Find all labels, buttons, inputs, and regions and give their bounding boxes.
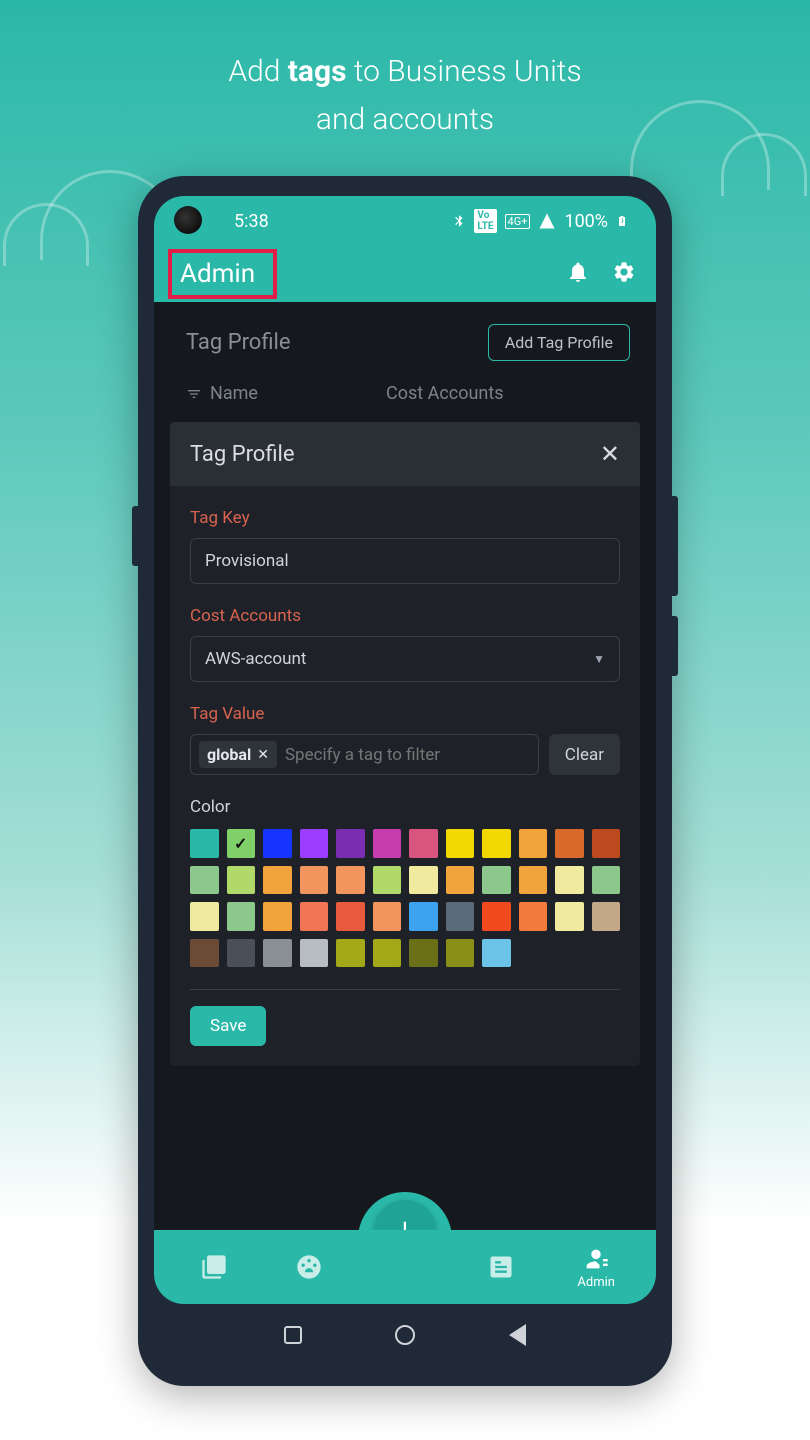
cost-accounts-select[interactable]: AWS-account ▼	[190, 636, 620, 682]
page-title: Admin	[180, 259, 255, 289]
add-tag-profile-button[interactable]: Add Tag Profile	[488, 324, 630, 361]
color-swatch[interactable]	[519, 866, 548, 895]
notifications-icon[interactable]	[566, 260, 590, 288]
color-swatch[interactable]	[482, 939, 511, 968]
color-swatch[interactable]	[555, 829, 584, 858]
color-swatch[interactable]	[592, 829, 621, 858]
modal-title: Tag Profile	[190, 442, 295, 467]
battery-percent: 100%	[564, 211, 608, 232]
back-button[interactable]	[506, 1324, 528, 1346]
color-swatch[interactable]	[409, 829, 438, 858]
color-swatch[interactable]	[482, 902, 511, 931]
camera-dot	[174, 206, 202, 234]
tag-key-label: Tag Key	[190, 508, 620, 528]
color-swatch[interactable]	[227, 939, 256, 968]
nav-item-3[interactable]	[471, 1253, 531, 1281]
color-swatch[interactable]	[300, 866, 329, 895]
bluetooth-icon	[452, 212, 466, 230]
app-title-highlight: Admin	[168, 249, 277, 299]
bottom-nav: Admin	[154, 1230, 656, 1304]
volte-icon: VoLTE	[474, 209, 496, 233]
color-swatch[interactable]	[446, 829, 475, 858]
app-header: Admin	[154, 246, 656, 302]
close-icon[interactable]: ✕	[600, 440, 620, 468]
tag-value-input-wrap[interactable]: global ✕	[190, 734, 539, 775]
color-swatch[interactable]	[190, 866, 219, 895]
home-button[interactable]	[394, 1324, 416, 1346]
filter-icon[interactable]	[186, 386, 202, 402]
color-swatch[interactable]	[336, 829, 365, 858]
table-header: Name Cost Accounts	[154, 373, 656, 422]
color-label: Color	[190, 797, 620, 817]
color-swatch[interactable]	[592, 866, 621, 895]
color-swatch[interactable]	[300, 939, 329, 968]
cost-accounts-column-header: Cost Accounts	[386, 383, 504, 404]
tag-profile-modal: Tag Profile ✕ Tag Key Cost Accounts AWS-…	[170, 422, 640, 1066]
color-swatch[interactable]	[446, 902, 475, 931]
tagline: Add tags to Business Units and accounts	[0, 48, 810, 144]
color-swatch[interactable]	[373, 939, 402, 968]
color-swatch[interactable]	[373, 829, 402, 858]
tag-value-chip[interactable]: global ✕	[199, 741, 277, 768]
cost-accounts-label: Cost Accounts	[190, 606, 620, 626]
color-swatch[interactable]	[446, 939, 475, 968]
name-column-header: Name	[210, 383, 258, 404]
system-nav	[154, 1304, 656, 1366]
color-swatch[interactable]	[409, 939, 438, 968]
chevron-down-icon: ▼	[593, 652, 605, 666]
clear-button[interactable]: Clear	[549, 734, 620, 775]
color-swatch[interactable]	[263, 939, 292, 968]
save-button[interactable]: Save	[190, 1006, 266, 1046]
color-swatch[interactable]	[519, 829, 548, 858]
color-swatch[interactable]	[592, 902, 621, 931]
tag-value-label: Tag Value	[190, 704, 620, 724]
network-icon: 4G+	[505, 214, 531, 229]
section-title: Tag Profile	[186, 330, 291, 355]
color-swatch[interactable]	[190, 829, 219, 858]
color-swatch[interactable]	[263, 829, 292, 858]
color-swatch[interactable]	[227, 866, 256, 895]
tag-value-input[interactable]	[285, 745, 530, 765]
color-swatch[interactable]	[373, 866, 402, 895]
nav-item-1[interactable]	[184, 1253, 244, 1281]
status-time: 5:38	[234, 211, 269, 232]
recent-apps-button[interactable]	[282, 1324, 304, 1346]
phone-frame: 5:38 VoLTE 4G+ 100% Admin	[138, 176, 672, 1386]
color-swatch[interactable]	[482, 829, 511, 858]
nav-item-2[interactable]	[279, 1253, 339, 1281]
battery-icon	[616, 211, 628, 231]
color-swatch[interactable]	[446, 866, 475, 895]
color-swatch[interactable]	[300, 829, 329, 858]
color-swatch[interactable]	[409, 902, 438, 931]
nav-item-admin[interactable]: Admin	[566, 1245, 626, 1290]
tag-key-input[interactable]	[190, 538, 620, 584]
color-swatch[interactable]	[263, 866, 292, 895]
color-swatch[interactable]	[555, 866, 584, 895]
color-swatch[interactable]	[190, 902, 219, 931]
color-swatch[interactable]	[336, 939, 365, 968]
color-swatch[interactable]	[336, 866, 365, 895]
divider	[190, 989, 620, 990]
settings-icon[interactable]	[612, 260, 636, 288]
color-swatch[interactable]	[263, 902, 292, 931]
color-swatch[interactable]	[190, 939, 219, 968]
status-bar: 5:38 VoLTE 4G+ 100%	[154, 196, 656, 246]
color-grid	[190, 829, 620, 967]
signal-icon	[538, 212, 556, 230]
chip-remove-icon[interactable]: ✕	[257, 747, 269, 763]
color-swatch[interactable]	[482, 866, 511, 895]
color-swatch[interactable]	[227, 902, 256, 931]
color-swatch[interactable]	[373, 902, 402, 931]
color-swatch[interactable]	[555, 902, 584, 931]
color-swatch[interactable]	[519, 902, 548, 931]
color-swatch[interactable]	[227, 829, 256, 858]
color-swatch[interactable]	[300, 902, 329, 931]
color-swatch[interactable]	[336, 902, 365, 931]
color-swatch[interactable]	[409, 866, 438, 895]
